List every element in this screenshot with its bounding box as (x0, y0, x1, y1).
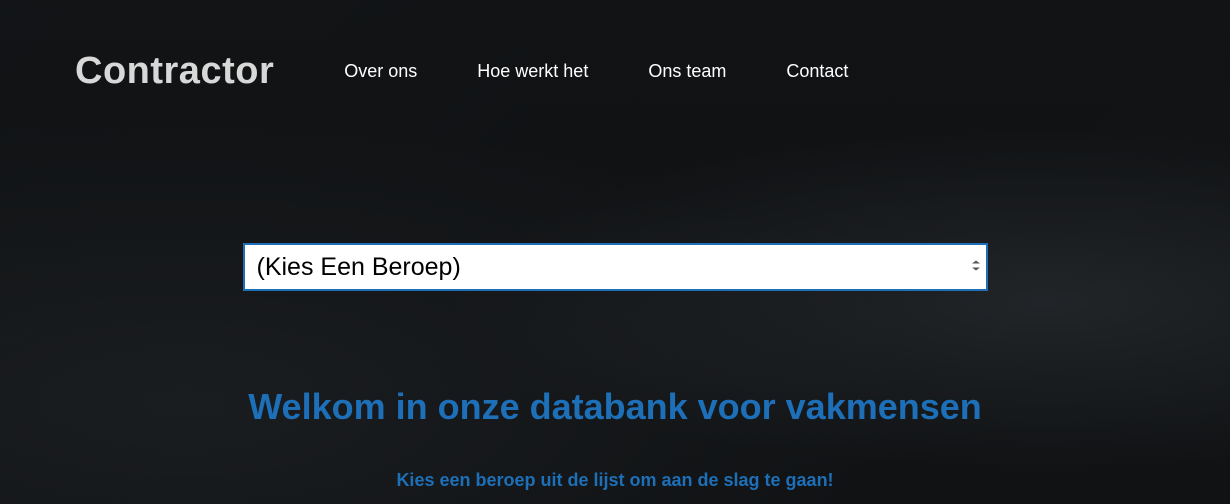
nav-item-hoe-werkt-het[interactable]: Hoe werkt het (477, 61, 588, 82)
main-nav: Over ons Hoe werkt het Ons team Contact (344, 61, 848, 82)
profession-select[interactable]: (Kies Een Beroep) (245, 245, 986, 289)
brand-logo[interactable]: Contractor (75, 50, 274, 93)
nav-item-ons-team[interactable]: Ons team (648, 61, 726, 82)
profession-select-wrapper: (Kies Een Beroep) (243, 243, 988, 291)
hero-subtitle: Kies een beroep uit de lijst om aan de s… (396, 470, 833, 491)
nav-item-contact[interactable]: Contact (786, 61, 848, 82)
main-content: (Kies Een Beroep) Welkom in onze databan… (0, 93, 1230, 491)
header: Contractor Over ons Hoe werkt het Ons te… (0, 0, 1230, 93)
nav-item-over-ons[interactable]: Over ons (344, 61, 417, 82)
hero-title: Welkom in onze databank voor vakmensen (248, 386, 982, 428)
